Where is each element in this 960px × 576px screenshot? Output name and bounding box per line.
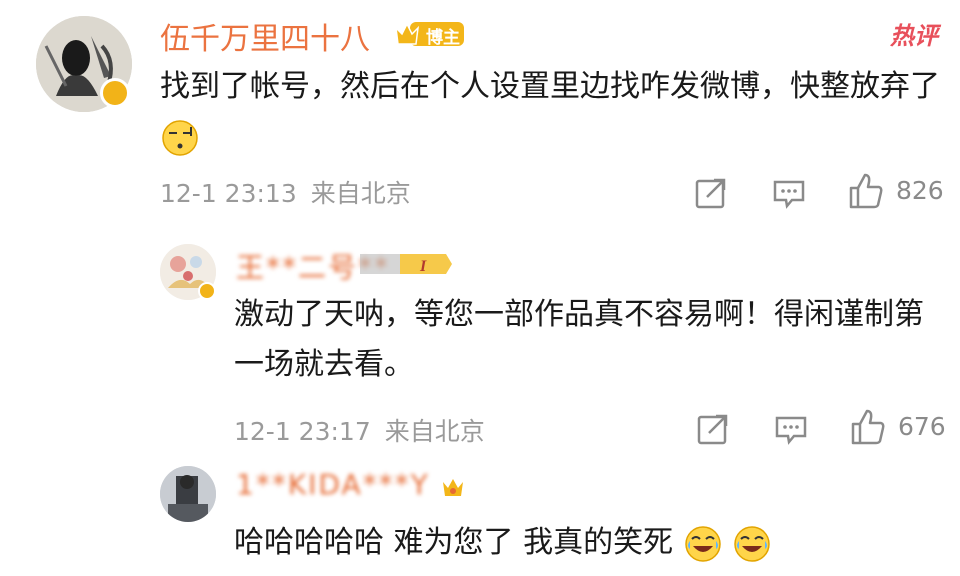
comment-icon[interactable] (774, 414, 808, 446)
like-icon[interactable] (850, 408, 886, 446)
emoji-laugh-cry-icon (684, 525, 721, 562)
svg-text:I: I (419, 258, 427, 275)
verified-icon (198, 282, 216, 300)
comment-meta: 12-1 23:17 来自北京 (234, 412, 485, 448)
commenter-name[interactable]: 1**KIDA***Y (236, 468, 430, 501)
comment-text: 哈哈哈哈哈 难为您了 我真的笑死 (234, 518, 934, 568)
comment-meta: 12-1 23:13 来自北京 (160, 174, 411, 210)
verified-icon (100, 78, 130, 108)
blogger-badge: 博主 (392, 16, 466, 50)
commenter-name[interactable]: 伍千万里四十八 (160, 14, 370, 58)
comment-source: 来自北京 (310, 179, 411, 208)
like-icon[interactable] (848, 172, 884, 210)
badge-label: 博主 (426, 28, 460, 48)
like-count: 676 (898, 412, 946, 441)
crown-icon (443, 479, 463, 496)
level-badge-icon: I (360, 254, 452, 275)
comment-icon[interactable] (772, 178, 806, 210)
comment-time: 12-1 23:13 (160, 179, 297, 208)
emoji-speechless-icon (162, 119, 198, 156)
avatar-image (160, 466, 216, 522)
share-icon[interactable] (694, 176, 728, 210)
comment-source: 来自北京 (384, 417, 485, 446)
like-count: 826 (896, 176, 944, 205)
share-icon[interactable] (696, 412, 730, 446)
comment-time: 12-1 23:17 (234, 417, 371, 446)
comment-body: 找到了帐号，然后在个人设置里边找咋发微博，快整放弃了 (160, 69, 940, 104)
hot-comment-label: 热评 (890, 22, 938, 50)
avatar[interactable] (160, 466, 216, 522)
comment-text: 激动了天呐，等您一部作品真不容易啊！得闲谨制第一场就去看。 (234, 297, 924, 382)
comment-text: 找到了帐号，然后在个人设置里边找咋发微博，快整放弃了 (160, 62, 950, 162)
comment-body: 哈哈哈哈哈 难为您了 我真的笑死 (234, 525, 674, 560)
emoji-laugh-cry-icon (734, 525, 770, 562)
